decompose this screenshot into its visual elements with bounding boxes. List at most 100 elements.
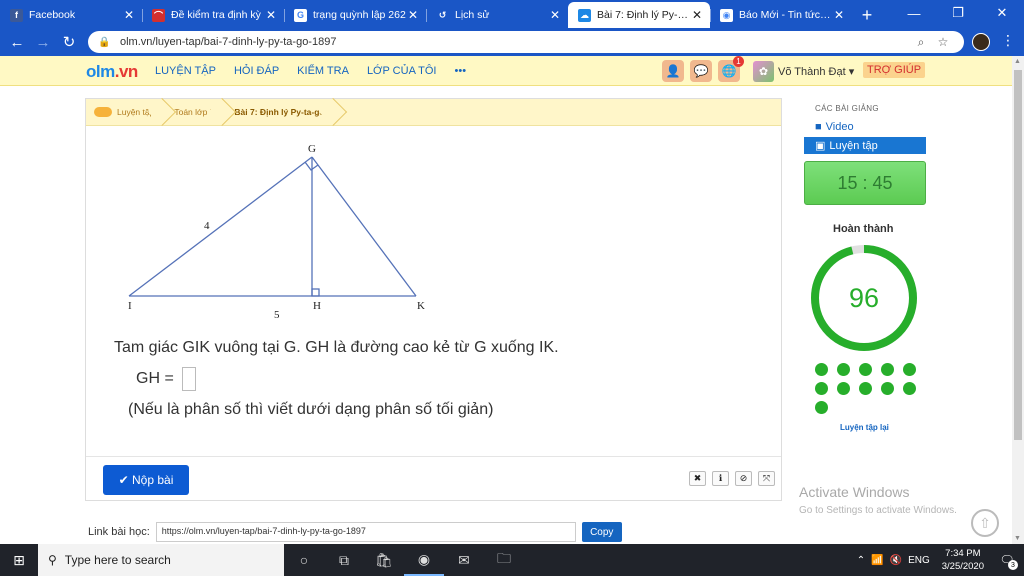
main-menu: LUYỆN TẬP HỎI ĐÁP KIỂM TRA LỚP CỦA TÔI •••	[155, 65, 466, 77]
retry-link[interactable]: Luyện tập lại	[840, 423, 889, 432]
menu-item[interactable]: HỎI ĐÁP	[234, 65, 279, 77]
volume-icon[interactable]: 🔇	[890, 555, 902, 566]
notification-badge: 1	[733, 56, 744, 67]
clock-time: 7:34 PM	[945, 548, 981, 559]
forward-icon[interactable]: →	[30, 34, 56, 51]
bookmark-star-icon[interactable]: ☆	[932, 35, 954, 49]
exercise-panel: Luyện tập Toán lớp 7 Bài 7: Định lý Py-t…	[85, 98, 782, 501]
cortana-icon[interactable]: ○	[284, 544, 324, 576]
language-indicator[interactable]: ENG	[908, 555, 930, 566]
address-bar[interactable]: 🔒 olm.vn/luyen-tap/bai-7-dinh-ly-py-ta-g…	[88, 31, 964, 53]
close-tab-icon[interactable]: ✕	[406, 8, 420, 22]
page-scrollbar[interactable]: ▲ ▼	[1012, 56, 1024, 544]
reload-icon[interactable]: ↻	[56, 33, 82, 51]
browser-tab[interactable]: Gtrạng quỳnh lập 262 ✕	[284, 2, 426, 28]
practice-icon: ▣	[815, 140, 826, 152]
user-name[interactable]: Võ Thành Đạt ▾	[778, 65, 854, 78]
new-tab-button[interactable]: +	[852, 2, 882, 28]
progress-dot[interactable]	[881, 363, 894, 376]
olm-icon: ☁	[578, 8, 591, 22]
progress-dot[interactable]	[881, 382, 894, 395]
close-tab-icon[interactable]: ✕	[690, 8, 704, 22]
submit-button[interactable]: ✔ Nộp bài	[103, 465, 189, 495]
copy-button[interactable]: Copy	[581, 522, 622, 542]
triangle-figure: G I H K 4 5	[128, 143, 425, 321]
close-window-icon[interactable]: ✕	[980, 0, 1024, 26]
lesson-link-field[interactable]: https://olm.vn/luyen-tap/bai-7-dinh-ly-p…	[155, 522, 576, 542]
activate-windows-title: Activate Windows	[799, 484, 910, 500]
task-view-icon[interactable]: ⧉	[324, 544, 364, 576]
taskbar-search[interactable]: ⚲ Type here to search	[38, 544, 284, 576]
notification-globe-icon[interactable]: 🌐 1	[718, 56, 744, 82]
profile-avatar[interactable]	[972, 33, 990, 51]
close-tab-icon[interactable]: ✕	[548, 8, 562, 22]
taskbar-clock[interactable]: 7:34 PM 3/25/2020	[942, 547, 984, 573]
chrome-icon[interactable]: ◉	[404, 544, 444, 576]
menu-item[interactable]: •••	[455, 65, 467, 77]
sidebar-item-video[interactable]: ■ Video	[815, 121, 854, 133]
close-tab-icon[interactable]: ✕	[264, 8, 278, 22]
breadcrumb: Luyện tập Toán lớp 7 Bài 7: Định lý Py-t…	[86, 99, 781, 126]
block-icon[interactable]: ⊘	[735, 471, 752, 486]
menu-item[interactable]: LUYỆN TẬP	[155, 65, 216, 77]
answer-input[interactable]	[181, 367, 196, 391]
scroll-down-icon[interactable]: ▼	[1014, 535, 1021, 542]
close-tool-icon[interactable]: ✖	[689, 471, 706, 486]
menu-item[interactable]: LỚP CỦA TÔI	[367, 65, 437, 77]
browser-tab[interactable]: f Facebook ✕	[0, 2, 142, 28]
progress-dots	[815, 363, 925, 414]
add-friend-icon[interactable]: 👤	[662, 60, 684, 82]
zoom-icon[interactable]: ⌕	[910, 35, 932, 50]
sidebar-item-practice[interactable]: ▣ Luyện tập	[804, 137, 926, 154]
scroll-to-top-icon[interactable]: ⇧	[971, 509, 999, 537]
lesson-link-row: Link bài học: https://olm.vn/luyen-tap/b…	[88, 522, 622, 542]
google-icon: G	[294, 8, 307, 22]
progress-dot[interactable]	[859, 363, 872, 376]
progress-dot[interactable]	[815, 382, 828, 395]
scroll-up-icon[interactable]: ▲	[1014, 58, 1021, 65]
olm-logo[interactable]: olm.vn	[86, 62, 138, 82]
browser-tab[interactable]: ⌒ Đề kiểm tra định kỳ ✕	[142, 2, 284, 28]
progress-dot[interactable]	[903, 363, 916, 376]
progress-dot[interactable]	[859, 382, 872, 395]
progress-dot[interactable]	[903, 382, 916, 395]
tray-chevron-icon[interactable]: ⌃	[857, 555, 865, 566]
breadcrumb-home[interactable]: Luyện tập	[86, 99, 166, 126]
file-explorer-icon[interactable]: 🗀	[484, 544, 524, 576]
chat-icon[interactable]: 💬	[690, 60, 712, 82]
breadcrumb-current: Bài 7: Định lý Py-ta-go	[226, 99, 336, 126]
progress-dot[interactable]	[837, 382, 850, 395]
help-button[interactable]: TRỢ GIÚP	[863, 62, 926, 78]
expand-icon[interactable]: ⤧	[758, 471, 775, 486]
browser-tab[interactable]: ◉ Báo Mới - Tin tức nó ✕	[710, 2, 852, 28]
browser-tab[interactable]: ↺ Lịch sử ✕	[426, 2, 568, 28]
action-center-icon[interactable]: 🗨 3	[996, 549, 1018, 571]
sidebar-item-label: Luyện tập	[829, 139, 878, 152]
tab-title: Bài 7: Định lý Py-ta-g	[597, 9, 690, 21]
network-icon[interactable]: 📶	[871, 555, 883, 566]
store-icon[interactable]: 🛍	[364, 544, 404, 576]
progress-dot[interactable]	[815, 401, 828, 414]
answer-row: GH =	[136, 367, 196, 391]
url-text[interactable]: olm.vn/luyen-tap/bai-7-dinh-ly-py-ta-go-…	[120, 36, 910, 48]
restore-icon[interactable]: ❐	[936, 0, 980, 26]
user-avatar-icon[interactable]: ✿	[753, 61, 774, 82]
scroll-thumb[interactable]	[1014, 70, 1022, 440]
close-tab-icon[interactable]: ✕	[832, 8, 846, 22]
browser-toolbar: ← → ↻ 🔒 olm.vn/luyen-tap/bai-7-dinh-ly-p…	[0, 28, 1024, 56]
browser-tab[interactable]: ☁ Bài 7: Định lý Py-ta-g ✕	[568, 2, 710, 28]
progress-dot[interactable]	[815, 363, 828, 376]
progress-dot[interactable]	[837, 363, 850, 376]
minimize-icon[interactable]: —	[892, 0, 936, 26]
mail-icon[interactable]: ✉	[444, 544, 484, 576]
menu-item[interactable]: KIỂM TRA	[297, 65, 349, 77]
tab-title: Đề kiểm tra định kỳ	[171, 9, 261, 21]
tool-buttons: ✖ ℹ ⊘ ⤧	[689, 471, 775, 486]
history-icon: ↺	[436, 8, 449, 22]
close-tab-icon[interactable]: ✕	[122, 8, 136, 22]
info-icon[interactable]: ℹ	[712, 471, 729, 486]
back-icon[interactable]: ←	[4, 34, 30, 51]
windows-start-icon[interactable]: ⊞	[0, 544, 38, 576]
browser-menu-icon[interactable]: ⋮	[998, 32, 1018, 49]
system-tray: ⌃ 📶 🔇 ENG 7:34 PM 3/25/2020 🗨 3	[857, 544, 1024, 576]
